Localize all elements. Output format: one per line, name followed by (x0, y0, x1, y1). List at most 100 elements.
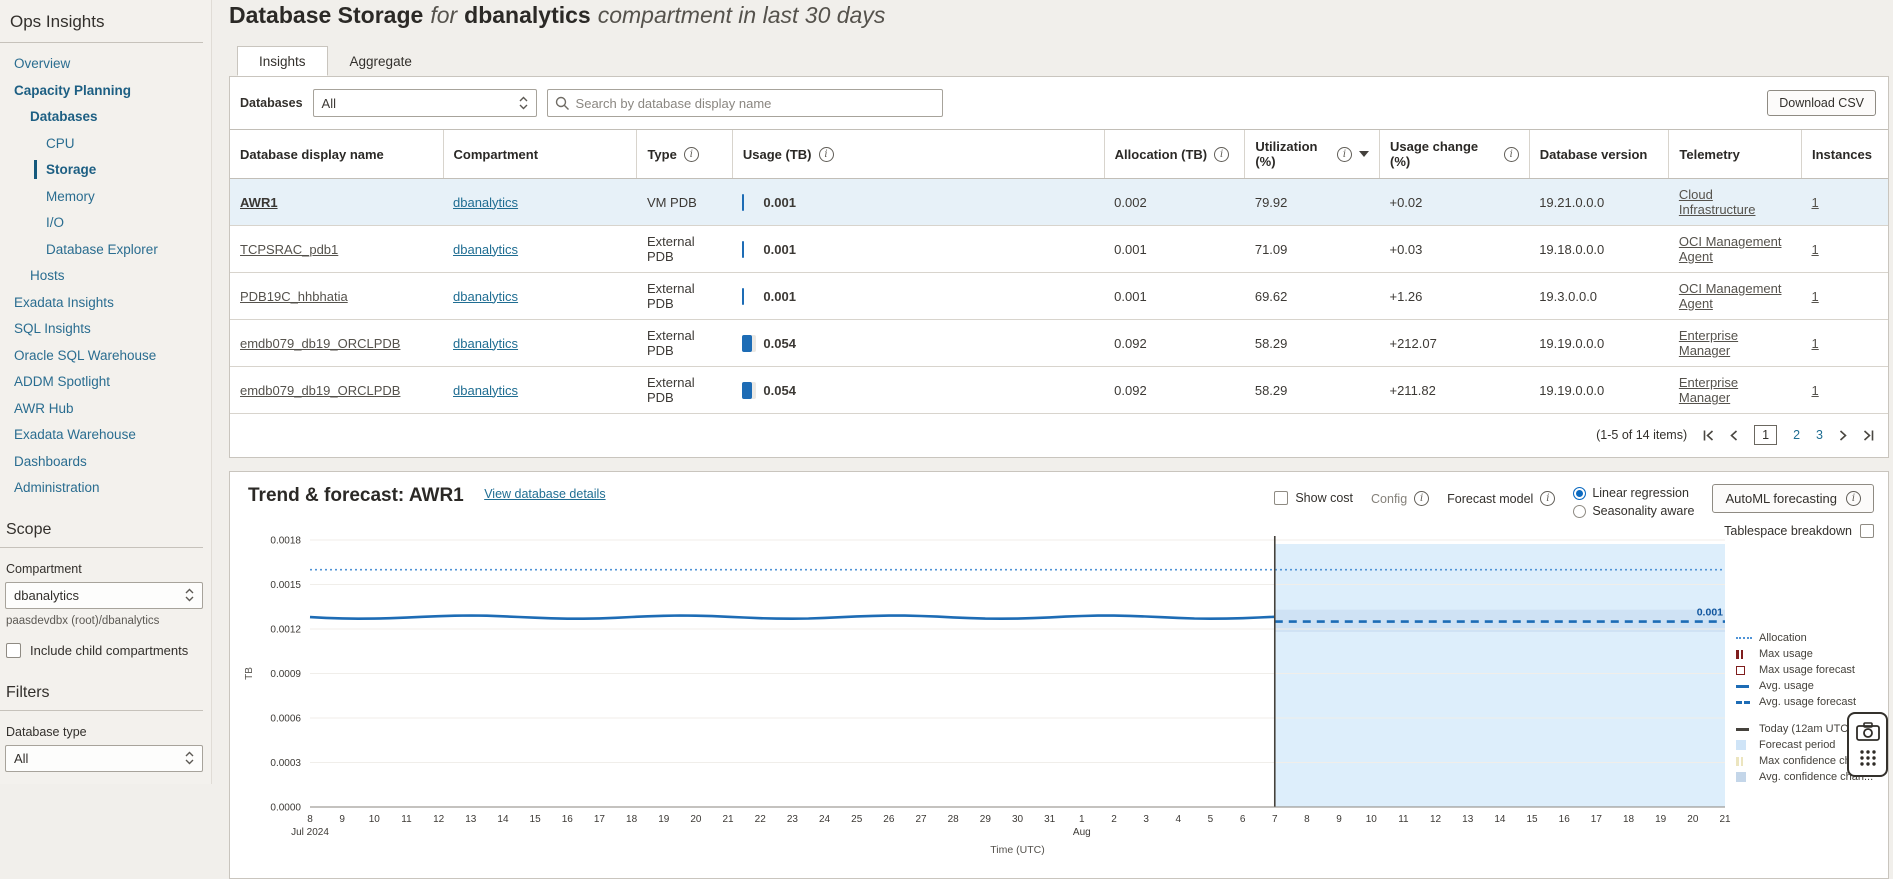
show-cost-row[interactable]: Show cost (1274, 491, 1353, 505)
search-input[interactable] (547, 89, 943, 117)
databases-select[interactable]: All (313, 89, 537, 117)
table-row[interactable]: emdb079_db19_ORCLPDBdbanalyticsExternal … (230, 367, 1888, 414)
instances-link[interactable]: 1 (1812, 195, 1819, 210)
compartment-label: Compartment (6, 562, 203, 576)
config-info-icon[interactable]: i (1414, 491, 1429, 506)
info-icon[interactable]: i (819, 147, 834, 162)
database-name-link[interactable]: AWR1 (240, 195, 278, 210)
compartment-link[interactable]: dbanalytics (453, 336, 518, 351)
sidebar: Ops Insights OverviewCapacity PlanningDa… (0, 0, 212, 784)
sidebar-item-oracle-sql-warehouse[interactable]: Oracle SQL Warehouse (0, 349, 203, 363)
info-icon[interactable]: i (1214, 147, 1229, 162)
svg-text:19: 19 (658, 814, 670, 825)
table-row[interactable]: emdb079_db19_ORCLPDBdbanalyticsExternal … (230, 320, 1888, 367)
sidebar-item-memory[interactable]: Memory (0, 190, 203, 204)
page-2-link[interactable]: 2 (1793, 428, 1800, 442)
column-header-instances[interactable]: Instances (1802, 130, 1889, 179)
telemetry-link[interactable]: OCI Management Agent (1679, 234, 1782, 264)
sidebar-item-administration[interactable]: Administration (0, 481, 203, 495)
sidebar-item-databases[interactable]: Databases (0, 110, 203, 124)
page-title-main: Database Storage (229, 2, 423, 29)
previous-page-button[interactable] (1730, 430, 1738, 441)
sidebar-item-awr-hub[interactable]: AWR Hub (0, 402, 203, 416)
info-icon[interactable]: i (1504, 147, 1519, 162)
radio-linear-regression[interactable]: Linear regression (1573, 486, 1694, 500)
sidebar-item-addm-spotlight[interactable]: ADDM Spotlight (0, 375, 203, 389)
sidebar-item-database-explorer[interactable]: Database Explorer (0, 243, 203, 257)
sidebar-item-cpu[interactable]: CPU (0, 137, 203, 151)
svg-text:21: 21 (723, 814, 735, 825)
tab-insights[interactable]: Insights (237, 46, 328, 76)
radio-seasonality-aware[interactable]: Seasonality aware (1573, 504, 1694, 518)
view-database-details-link[interactable]: View database details (484, 487, 605, 501)
telemetry-link[interactable]: OCI Management Agent (1679, 281, 1782, 311)
instances-link[interactable]: 1 (1812, 289, 1819, 304)
include-child-compartments-checkbox[interactable] (6, 643, 21, 658)
automl-forecasting-button[interactable]: AutoML forecasting i (1712, 484, 1874, 513)
download-csv-button[interactable]: Download CSV (1767, 90, 1876, 116)
compartment-link[interactable]: dbanalytics (453, 289, 518, 304)
instances-link[interactable]: 1 (1812, 383, 1819, 398)
camera-icon[interactable] (1856, 722, 1880, 741)
drag-grid-icon[interactable] (1859, 749, 1877, 767)
column-header-telemetry[interactable]: Telemetry (1669, 130, 1802, 179)
database-name-link[interactable]: emdb079_db19_ORCLPDB (240, 336, 400, 351)
column-header-database-display-name[interactable]: Database display name (230, 130, 443, 179)
next-page-button[interactable] (1839, 430, 1847, 441)
sidebar-item-hosts[interactable]: Hosts (0, 269, 203, 283)
table-row[interactable]: AWR1dbanalyticsVM PDB0.0010.00279.92+0.0… (230, 179, 1888, 226)
usage-bar (742, 288, 756, 305)
table-row[interactable]: PDB19C_hhbhatiadbanalyticsExternal PDB0.… (230, 273, 1888, 320)
database-type-label: Database type (6, 725, 203, 739)
tab-bar: InsightsAggregate (229, 46, 1889, 76)
include-child-compartments-row[interactable]: Include child compartments (6, 643, 203, 658)
database-name-link[interactable]: emdb079_db19_ORCLPDB (240, 383, 400, 398)
info-icon[interactable]: i (1337, 147, 1352, 162)
column-header-allocation-tb[interactable]: Allocation (TB)i (1104, 130, 1245, 179)
sidebar-item-sql-insights[interactable]: SQL Insights (0, 322, 203, 336)
column-header-type[interactable]: Typei (637, 130, 732, 179)
current-page[interactable]: 1 (1754, 425, 1777, 445)
column-header-database-version[interactable]: Database version (1529, 130, 1669, 179)
sidebar-item-exadata-warehouse[interactable]: Exadata Warehouse (0, 428, 203, 442)
compartment-link[interactable]: dbanalytics (453, 383, 518, 398)
tablespace-breakdown-checkbox[interactable] (1860, 524, 1874, 538)
first-page-button[interactable] (1703, 430, 1714, 441)
column-header-usage-change[interactable]: Usage change (%)i (1379, 130, 1529, 179)
show-cost-checkbox[interactable] (1274, 491, 1288, 505)
telemetry-link[interactable]: Enterprise Manager (1679, 328, 1738, 358)
usage-bar (742, 241, 756, 258)
compartment-link[interactable]: dbanalytics (453, 242, 518, 257)
table-row[interactable]: TCPSRAC_pdb1dbanalyticsExternal PDB0.001… (230, 226, 1888, 273)
page-3-link[interactable]: 3 (1816, 428, 1823, 442)
column-header-usage-tb[interactable]: Usage (TB)i (732, 130, 1104, 179)
automl-forecasting-label: AutoML forecasting (1725, 491, 1837, 506)
telemetry-link[interactable]: Enterprise Manager (1679, 375, 1738, 405)
database-type-select[interactable]: All (5, 745, 203, 772)
compartment-select[interactable]: dbanalytics (5, 582, 203, 609)
info-icon[interactable]: i (684, 147, 699, 162)
sidebar-item-exadata-insights[interactable]: Exadata Insights (0, 296, 203, 310)
svg-text:17: 17 (594, 814, 606, 825)
tab-aggregate[interactable]: Aggregate (328, 46, 434, 76)
compartment-link[interactable]: dbanalytics (453, 195, 518, 210)
sidebar-item-i-o[interactable]: I/O (0, 216, 203, 230)
column-header-compartment[interactable]: Compartment (443, 130, 637, 179)
usage-bar (742, 194, 756, 211)
svg-text:20: 20 (690, 814, 702, 825)
telemetry-link[interactable]: Cloud Infrastructure (1679, 187, 1756, 217)
sort-desc-icon[interactable] (1359, 151, 1369, 157)
forecast-model-info-icon[interactable]: i (1540, 491, 1555, 506)
trend-forecast-chart[interactable]: 0.0010.00000.00030.00060.00090.00120.001… (230, 535, 1760, 865)
database-name-link[interactable]: PDB19C_hhbhatia (240, 289, 348, 304)
database-name-link[interactable]: TCPSRAC_pdb1 (240, 242, 338, 257)
sidebar-item-storage[interactable]: Storage (0, 163, 203, 177)
column-header-utilization[interactable]: Utilization (%)i (1245, 130, 1380, 179)
chart-floating-toolbar (1847, 712, 1888, 777)
sidebar-item-overview[interactable]: Overview (0, 57, 203, 71)
instances-link[interactable]: 1 (1812, 242, 1819, 257)
sidebar-item-dashboards[interactable]: Dashboards (0, 455, 203, 469)
instances-link[interactable]: 1 (1812, 336, 1819, 351)
last-page-button[interactable] (1863, 430, 1874, 441)
sidebar-item-capacity-planning[interactable]: Capacity Planning (0, 84, 203, 98)
